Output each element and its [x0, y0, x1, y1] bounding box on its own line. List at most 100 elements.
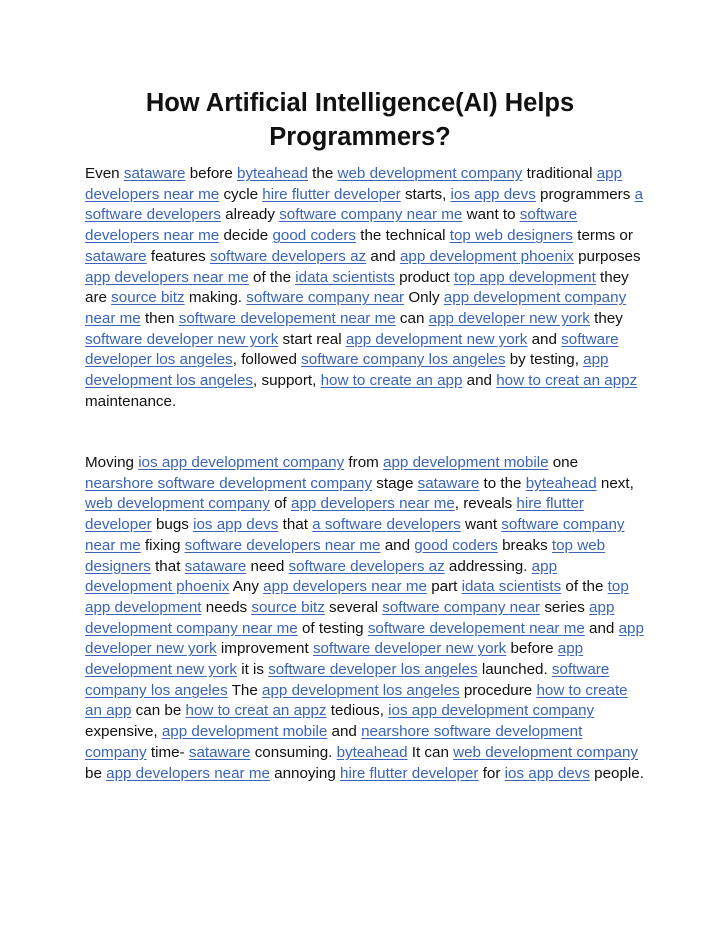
- inline-link[interactable]: software company los angeles: [301, 351, 505, 368]
- inline-link[interactable]: sataware: [85, 248, 147, 265]
- inline-link[interactable]: byteahead: [337, 744, 408, 761]
- inline-link[interactable]: hire flutter developer: [262, 186, 400, 203]
- inline-link[interactable]: byteahead: [526, 475, 597, 492]
- body-text-run: and: [462, 372, 497, 390]
- body-text-run: cycle: [219, 185, 263, 203]
- body-text-run: and: [327, 723, 362, 741]
- body-text-run: it is: [236, 661, 269, 679]
- inline-link[interactable]: web development company: [453, 744, 638, 761]
- inline-link[interactable]: software company near me: [279, 206, 462, 223]
- body-text-run: time-: [146, 743, 189, 761]
- inline-link[interactable]: software developement near me: [368, 620, 585, 637]
- inline-link[interactable]: app development phoenix: [400, 248, 574, 265]
- body-text-run: people.: [589, 764, 644, 782]
- inline-link[interactable]: software developer los angeles: [268, 661, 477, 678]
- body-text-run: product: [394, 268, 454, 286]
- body-text-run: for: [478, 764, 505, 782]
- body-text-run: , reveals: [454, 495, 517, 513]
- inline-link[interactable]: web development company: [85, 495, 270, 512]
- body-text-run: next,: [596, 474, 634, 492]
- inline-link[interactable]: app developer new york: [429, 310, 590, 327]
- inline-link[interactable]: sataware: [189, 744, 251, 761]
- inline-link[interactable]: ios app devs: [193, 516, 278, 533]
- body-text-run: , followed: [232, 351, 302, 369]
- inline-link[interactable]: app development mobile: [162, 723, 327, 740]
- body-text-run: can: [395, 309, 429, 327]
- body-text-run: bugs: [151, 516, 194, 534]
- inline-link[interactable]: app developers near me: [106, 765, 270, 782]
- inline-link[interactable]: web development company: [338, 165, 523, 182]
- inline-link[interactable]: how to creat an appz: [186, 702, 327, 719]
- inline-link[interactable]: byteahead: [237, 165, 308, 182]
- body-text-run: start real: [278, 330, 346, 348]
- inline-link[interactable]: source bitz: [111, 289, 184, 306]
- body-text-run: be: [85, 764, 107, 782]
- inline-link[interactable]: idata scientists: [295, 269, 395, 286]
- body-text-run: before: [506, 640, 558, 658]
- body-text-run: The: [227, 681, 263, 699]
- body-text-run: from: [344, 454, 384, 471]
- body-text-run: need: [246, 557, 289, 575]
- body-text-run: making.: [184, 289, 247, 307]
- body-text-run: before: [185, 165, 237, 182]
- inline-link[interactable]: sataware: [124, 165, 186, 182]
- inline-link[interactable]: good coders: [414, 537, 498, 554]
- inline-link[interactable]: software developers az: [289, 558, 445, 575]
- inline-link[interactable]: app developers near me: [291, 495, 455, 512]
- body-text-run: of: [269, 495, 291, 513]
- inline-link[interactable]: app development los angeles: [262, 682, 460, 699]
- body-text-run: already: [220, 206, 280, 224]
- inline-link[interactable]: nearshore software development company: [85, 475, 372, 492]
- body-text-run: , support,: [253, 372, 321, 390]
- inline-link[interactable]: software developer new york: [313, 640, 506, 657]
- inline-link[interactable]: ios app devs: [451, 186, 536, 203]
- inline-link[interactable]: top web designers: [450, 227, 573, 244]
- inline-link[interactable]: idata scientists: [462, 578, 562, 595]
- inline-link[interactable]: how to create an app: [321, 372, 463, 389]
- body-text-run: Any: [229, 578, 264, 596]
- inline-link[interactable]: software developement near me: [179, 310, 396, 327]
- inline-link[interactable]: ios app development company: [138, 454, 344, 471]
- document-title: How Artificial Intelligence(AI) Helps Pr…: [145, 89, 575, 151]
- body-text-run: the: [307, 165, 338, 182]
- inline-link[interactable]: a software developers: [312, 516, 461, 533]
- body-text-run: consuming.: [250, 743, 337, 761]
- inline-link[interactable]: sataware: [185, 558, 247, 575]
- inline-link[interactable]: hire flutter developer: [340, 765, 478, 782]
- body-text-run: Moving: [85, 454, 139, 471]
- inline-link[interactable]: software developer new york: [85, 331, 278, 348]
- inline-link[interactable]: software developers near me: [185, 537, 381, 554]
- inline-link[interactable]: software company near: [382, 599, 540, 616]
- inline-link[interactable]: app development mobile: [383, 454, 548, 471]
- inline-link[interactable]: sataware: [418, 475, 480, 492]
- inline-link[interactable]: software developers az: [210, 248, 366, 265]
- paragraph-2: Moving ios app development company from …: [85, 453, 645, 784]
- inline-link[interactable]: ios app devs: [505, 765, 590, 782]
- body-text-run: to the: [479, 474, 526, 492]
- body-text-run: by testing,: [505, 351, 584, 369]
- body-text-run: and: [527, 330, 562, 348]
- inline-link[interactable]: software company near: [246, 289, 404, 306]
- body-text-run: can be: [131, 702, 186, 720]
- body-text-run: features: [146, 247, 210, 265]
- body-text-run: stage: [372, 474, 418, 492]
- body-text-run: want to: [462, 206, 520, 224]
- body-text-run: decide: [219, 227, 273, 245]
- body-text-run: It can: [407, 743, 454, 761]
- inline-link[interactable]: how to creat an appz: [496, 372, 637, 389]
- body-text-run: maintenance.: [85, 392, 177, 410]
- inline-link[interactable]: app developers near me: [85, 269, 249, 286]
- body-text-run: procedure: [459, 681, 537, 699]
- inline-link[interactable]: app development new york: [346, 331, 528, 348]
- body-text-run: terms or: [573, 227, 633, 245]
- body-text-run: of the: [248, 268, 296, 286]
- body-text-run: needs: [201, 598, 252, 616]
- inline-link[interactable]: app developers near me: [263, 578, 427, 595]
- inline-link[interactable]: ios app development company: [388, 702, 594, 719]
- inline-link[interactable]: top app development: [454, 269, 596, 286]
- body-text-run: that: [278, 516, 313, 534]
- inline-link[interactable]: source bitz: [251, 599, 324, 616]
- body-text-run: several: [324, 598, 383, 616]
- body-text-run: want: [460, 516, 502, 534]
- inline-link[interactable]: good coders: [272, 227, 356, 244]
